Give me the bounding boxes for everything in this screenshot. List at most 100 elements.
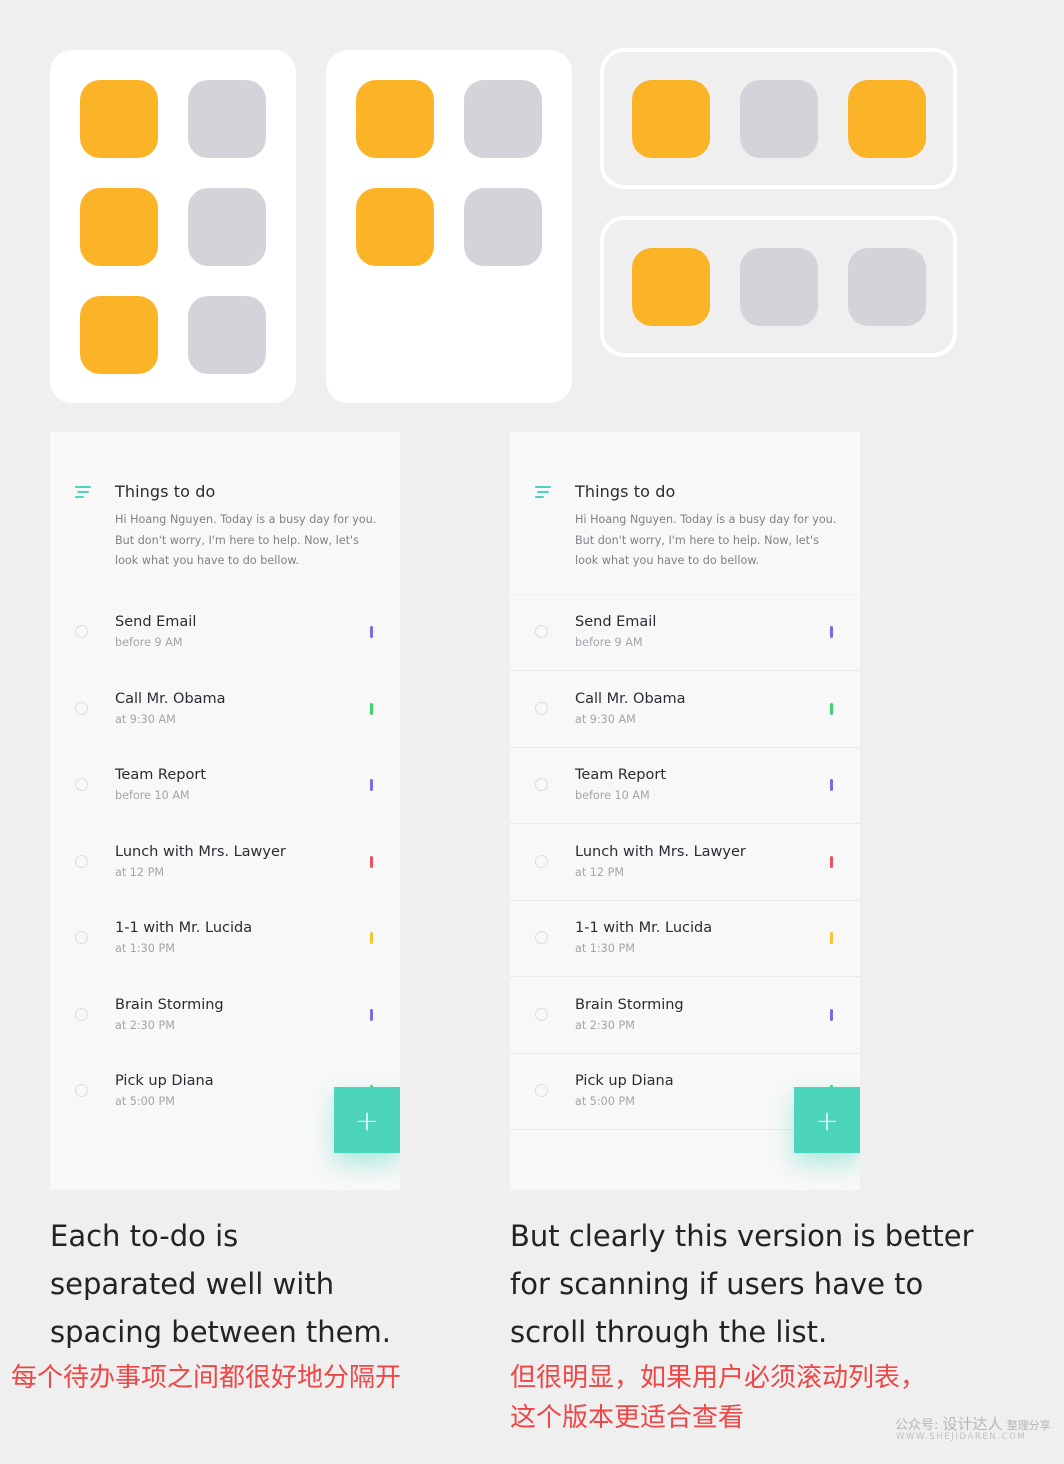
app-icon-tile bbox=[464, 188, 542, 266]
app-icon-tile bbox=[740, 248, 818, 326]
caption-left-en: Each to-do is separated well with spacin… bbox=[50, 1212, 391, 1356]
add-task-button[interactable]: + bbox=[334, 1087, 400, 1153]
todo-checkbox[interactable] bbox=[535, 625, 548, 638]
todo-title: 1-1 with Mr. Lucida bbox=[115, 920, 253, 936]
page-description: Hi Hoang Nguyen. Today is a busy day for… bbox=[575, 513, 837, 567]
todo-item[interactable]: Team Report before 10 AM bbox=[510, 748, 860, 824]
watermark: 公众号: 设计达人 整理分享 bbox=[895, 1413, 1051, 1434]
todo-checkbox[interactable] bbox=[75, 1008, 88, 1021]
page-title: Things to do bbox=[115, 482, 216, 501]
page-title: Things to do bbox=[575, 482, 676, 501]
todo-title: Pick up Diana bbox=[575, 1073, 674, 1089]
todo-time: at 9:30 AM bbox=[115, 713, 176, 726]
todo-title: Lunch with Mrs. Lawyer bbox=[115, 844, 286, 860]
hamburger-menu-icon[interactable] bbox=[75, 486, 91, 500]
caption-line: 但很明显，如果用户必须滚动列表， bbox=[510, 1363, 927, 1393]
app-icon-tile bbox=[188, 296, 266, 374]
divider bbox=[510, 823, 860, 824]
app-icon-tile bbox=[80, 296, 158, 374]
priority-tag bbox=[370, 703, 373, 715]
todo-checkbox[interactable] bbox=[535, 778, 548, 791]
watermark-url: WWW.SHEJIDAREN.COM bbox=[896, 1432, 1027, 1442]
todo-title: Send Email bbox=[575, 614, 657, 630]
todo-item[interactable]: Call Mr. Obama at 9:30 AM bbox=[510, 672, 860, 748]
todo-time: at 1:30 PM bbox=[575, 942, 635, 955]
priority-tag bbox=[370, 779, 373, 791]
todo-checkbox[interactable] bbox=[535, 1084, 548, 1097]
todo-title: Lunch with Mrs. Lawyer bbox=[575, 844, 746, 860]
watermark-suffix: 整理分享 bbox=[1006, 1419, 1051, 1432]
app-icon-tile bbox=[632, 248, 710, 326]
caption-line: spacing between them. bbox=[50, 1315, 391, 1349]
icon-row-card-top bbox=[600, 48, 957, 189]
add-task-button[interactable]: + bbox=[794, 1087, 860, 1153]
todo-time: at 5:00 PM bbox=[575, 1095, 635, 1108]
todo-time: at 1:30 PM bbox=[115, 942, 175, 955]
todo-checkbox[interactable] bbox=[75, 702, 88, 715]
todo-time: before 10 AM bbox=[115, 789, 190, 802]
todo-item[interactable]: Brain Storming at 2:30 PM bbox=[50, 977, 400, 1053]
todo-item[interactable]: Call Mr. Obama at 9:30 AM bbox=[50, 671, 400, 747]
todo-checkbox[interactable] bbox=[535, 1008, 548, 1021]
todo-checkbox[interactable] bbox=[75, 855, 88, 868]
todo-checkbox[interactable] bbox=[535, 931, 548, 944]
todo-title: 1-1 with Mr. Lucida bbox=[575, 920, 713, 936]
app-icon-tile bbox=[356, 188, 434, 266]
todo-title: Brain Storming bbox=[575, 997, 684, 1013]
todo-item[interactable]: Send Email before 9 AM bbox=[510, 595, 860, 671]
todo-checkbox[interactable] bbox=[75, 625, 88, 638]
caption-line: for scanning if users have to bbox=[510, 1267, 924, 1301]
priority-tag bbox=[830, 1009, 833, 1021]
priority-tag bbox=[830, 779, 833, 791]
todo-checkbox[interactable] bbox=[75, 931, 88, 944]
todo-checkbox[interactable] bbox=[75, 1084, 88, 1097]
priority-tag bbox=[370, 1009, 373, 1021]
todo-item[interactable]: Lunch with Mrs. Lawyer at 12 PM bbox=[50, 824, 400, 900]
todo-item[interactable]: Lunch with Mrs. Lawyer at 12 PM bbox=[510, 825, 860, 901]
priority-tag bbox=[830, 856, 833, 868]
todo-title: Send Email bbox=[115, 614, 197, 630]
icon-row-card-bottom bbox=[600, 216, 957, 357]
priority-tag bbox=[370, 626, 373, 638]
app-icon-tile bbox=[188, 80, 266, 158]
caption-line: Each to-do is bbox=[50, 1219, 239, 1253]
caption-left-zh: 每个待办事项之间都很好地分隔开 bbox=[11, 1358, 401, 1398]
icon-grid-card-6 bbox=[50, 50, 296, 403]
todo-checkbox[interactable] bbox=[75, 778, 88, 791]
todo-item[interactable]: 1-1 with Mr. Lucida at 1:30 PM bbox=[50, 900, 400, 976]
app-icon-tile bbox=[80, 188, 158, 266]
todo-time: at 2:30 PM bbox=[575, 1019, 635, 1032]
app-icon-tile bbox=[740, 80, 818, 158]
app-icon-tile bbox=[188, 188, 266, 266]
todo-panel-spacing: Things to do Hi Hoang Nguyen. Today is a… bbox=[50, 432, 400, 1190]
caption-right-en: But clearly this version is better for s… bbox=[510, 1212, 974, 1356]
todo-title: Call Mr. Obama bbox=[115, 691, 226, 707]
page-description: Hi Hoang Nguyen. Today is a busy day for… bbox=[115, 513, 377, 567]
app-icon-tile bbox=[356, 80, 434, 158]
caption-line: But clearly this version is better bbox=[510, 1219, 974, 1253]
priority-tag bbox=[830, 703, 833, 715]
todo-item[interactable]: Brain Storming at 2:30 PM bbox=[510, 978, 860, 1054]
todo-time: at 12 PM bbox=[115, 866, 164, 879]
todo-title: Team Report bbox=[115, 767, 207, 783]
todo-checkbox[interactable] bbox=[535, 702, 548, 715]
watermark-brand: 设计达人 bbox=[942, 1415, 1003, 1433]
todo-item[interactable]: 1-1 with Mr. Lucida at 1:30 PM bbox=[510, 901, 860, 977]
todo-title: Call Mr. Obama bbox=[575, 691, 686, 707]
priority-tag bbox=[830, 626, 833, 638]
watermark-label: 公众号: bbox=[895, 1418, 939, 1433]
caption-line: scroll through the list. bbox=[510, 1315, 828, 1349]
todo-panel-separators: Things to do Hi Hoang Nguyen. Today is a… bbox=[510, 432, 860, 1190]
app-icon-tile bbox=[80, 80, 158, 158]
hamburger-menu-icon[interactable] bbox=[535, 486, 551, 500]
caption-line: 每个待办事项之间都很好地分隔开 bbox=[11, 1363, 402, 1393]
todo-time: before 9 AM bbox=[575, 636, 643, 649]
todo-checkbox[interactable] bbox=[535, 855, 548, 868]
todo-item[interactable]: Team Report before 10 AM bbox=[50, 747, 400, 823]
todo-time: before 10 AM bbox=[575, 789, 650, 802]
todo-item[interactable]: Send Email before 9 AM bbox=[50, 594, 400, 670]
app-icon-tile bbox=[632, 80, 710, 158]
caption-line: separated well with bbox=[50, 1267, 335, 1301]
todo-time: before 9 AM bbox=[115, 636, 183, 649]
divider bbox=[510, 976, 860, 977]
